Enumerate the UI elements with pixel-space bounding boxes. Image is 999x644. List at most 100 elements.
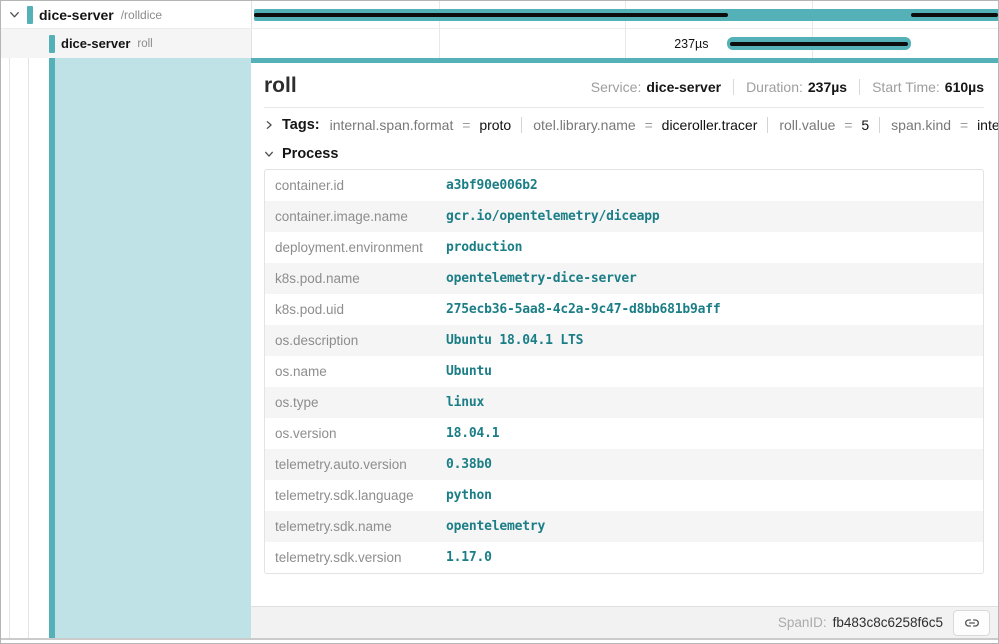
table-row: telemetry.sdk.version 1.17.0 — [265, 542, 983, 573]
process-value: Ubuntu — [446, 364, 492, 379]
tag-key: internal.span.format — [330, 117, 454, 133]
spanid-label: SpanID: — [778, 615, 827, 630]
process-value: 1.17.0 — [446, 550, 492, 565]
table-row: deployment.environment production — [265, 232, 983, 263]
critical-path-segment — [730, 42, 908, 46]
process-key: telemetry.auto.version — [275, 457, 446, 472]
process-value: production — [446, 240, 522, 255]
tag-equals: = — [645, 117, 653, 133]
meta-label: Start Time: — [872, 79, 940, 95]
table-row: k8s.pod.name opentelemetry-dice-server — [265, 263, 983, 294]
process-value: a3bf90e006b2 — [446, 178, 538, 193]
process-value: 0.38b0 — [446, 457, 492, 472]
span-row-roll[interactable]: dice-server roll 237µs — [1, 29, 998, 58]
table-row: container.id a3bf90e006b2 — [265, 170, 983, 201]
tag-item: span.kind = internal — [879, 117, 998, 133]
service-name: dice-server — [61, 36, 130, 51]
operation-name: roll — [137, 38, 152, 50]
process-key: deployment.environment — [275, 240, 446, 255]
critical-path-segment — [911, 13, 998, 17]
process-key: container.image.name — [275, 209, 446, 224]
deep-link-button[interactable] — [953, 610, 990, 636]
spanid-value: fb483c8c6258f6c5 — [833, 615, 943, 630]
tag-equals: = — [844, 117, 852, 133]
chevron-down-icon[interactable] — [264, 149, 274, 159]
span-title: roll — [264, 74, 297, 98]
span-detail-header: roll Service: dice-server Duration: 237µ… — [264, 74, 984, 98]
span-tree-entry[interactable]: dice-server /rolldice — [1, 1, 251, 28]
process-value: python — [446, 488, 492, 503]
table-row: os.name Ubuntu — [265, 356, 983, 387]
process-value: 275ecb36-5aa8-4c2a-9c47-d8bb681b9aff — [446, 302, 721, 317]
meta-label: Service: — [591, 79, 642, 95]
process-table: container.id a3bf90e006b2 container.imag… — [264, 169, 984, 574]
table-row: container.image.name gcr.io/opentelemetr… — [265, 201, 983, 232]
table-row: os.description Ubuntu 18.04.1 LTS — [265, 325, 983, 356]
process-key: k8s.pod.name — [275, 271, 446, 286]
process-key: telemetry.sdk.name — [275, 519, 446, 534]
tag-value: internal — [977, 117, 998, 133]
tag-equals: = — [462, 117, 470, 133]
tag-item: otel.library.name = diceroller.tracer — [521, 117, 757, 133]
tag-key: otel.library.name — [533, 117, 635, 133]
timeline-cell: 237µs — [251, 29, 998, 58]
indent-guide — [28, 58, 29, 638]
process-header: Process — [282, 146, 338, 162]
tag-value: diceroller.tracer — [662, 117, 758, 133]
tags-header: Tags: — [282, 117, 320, 133]
span-meta-item: Service: dice-server — [591, 79, 721, 95]
window-bottom-edge — [1, 638, 998, 644]
process-accordion[interactable]: Process — [264, 146, 984, 162]
process-value: opentelemetry-dice-server — [446, 271, 637, 286]
span-color-bar — [49, 35, 55, 53]
service-name: dice-server — [39, 7, 114, 23]
process-value: gcr.io/opentelemetry/diceapp — [446, 209, 660, 224]
process-value: 18.04.1 — [446, 426, 499, 441]
process-key: os.description — [275, 333, 446, 348]
process-key: container.id — [275, 178, 446, 193]
table-row: os.type linux — [265, 387, 983, 418]
span-meta-list: Service: dice-server Duration: 237µs Sta… — [591, 79, 984, 95]
timeline-gridline — [625, 29, 626, 58]
span-tree-entry[interactable]: dice-server roll — [1, 29, 251, 58]
table-row: telemetry.auto.version 0.38b0 — [265, 449, 983, 480]
table-row: telemetry.sdk.language python — [265, 480, 983, 511]
span-duration-label: 237µs — [674, 37, 717, 51]
meta-value: 237µs — [808, 79, 847, 95]
chevron-right-icon[interactable] — [264, 120, 274, 130]
process-key: os.name — [275, 364, 446, 379]
tag-value: proto — [479, 117, 511, 133]
span-meta-item: Duration: 237µs — [733, 79, 847, 95]
span-meta-item: Start Time: 610µs — [859, 79, 984, 95]
table-row: os.version 18.04.1 — [265, 418, 983, 449]
tag-value: 5 — [861, 117, 869, 133]
process-key: telemetry.sdk.version — [275, 550, 446, 565]
meta-value: 610µs — [945, 79, 984, 95]
timeline-cell — [251, 1, 998, 28]
process-key: telemetry.sdk.language — [275, 488, 446, 503]
process-key: k8s.pod.uid — [275, 302, 446, 317]
tag-key: span.kind — [891, 117, 951, 133]
critical-path-segment — [254, 13, 728, 17]
timeline-gridline — [439, 29, 440, 58]
meta-value: dice-server — [646, 79, 721, 95]
chevron-down-icon[interactable] — [9, 9, 20, 20]
span-detail-panel: roll Service: dice-server Duration: 237µ… — [251, 58, 998, 638]
span-indent-column — [1, 58, 251, 638]
indent-guide — [9, 58, 10, 638]
process-value: linux — [446, 395, 484, 410]
process-key: os.version — [275, 426, 446, 441]
tags-accordion[interactable]: Tags: internal.span.format = proto otel.… — [264, 117, 984, 133]
tag-item: roll.value = 5 — [767, 117, 869, 133]
process-key: os.type — [275, 395, 446, 410]
tag-item: internal.span.format = proto — [330, 117, 512, 133]
span-row-rolldice[interactable]: dice-server /rolldice — [1, 1, 998, 29]
tags-list: internal.span.format = proto otel.librar… — [330, 117, 998, 133]
span-color-bar — [27, 6, 33, 24]
divider — [264, 107, 984, 108]
span-detail-footer: SpanID: fb483c8c6258f6c5 — [251, 606, 998, 638]
tag-key: roll.value — [779, 117, 835, 133]
operation-name: /rolldice — [121, 8, 162, 22]
table-row: k8s.pod.uid 275ecb36-5aa8-4c2a-9c47-d8bb… — [265, 294, 983, 325]
table-row: telemetry.sdk.name opentelemetry — [265, 511, 983, 542]
